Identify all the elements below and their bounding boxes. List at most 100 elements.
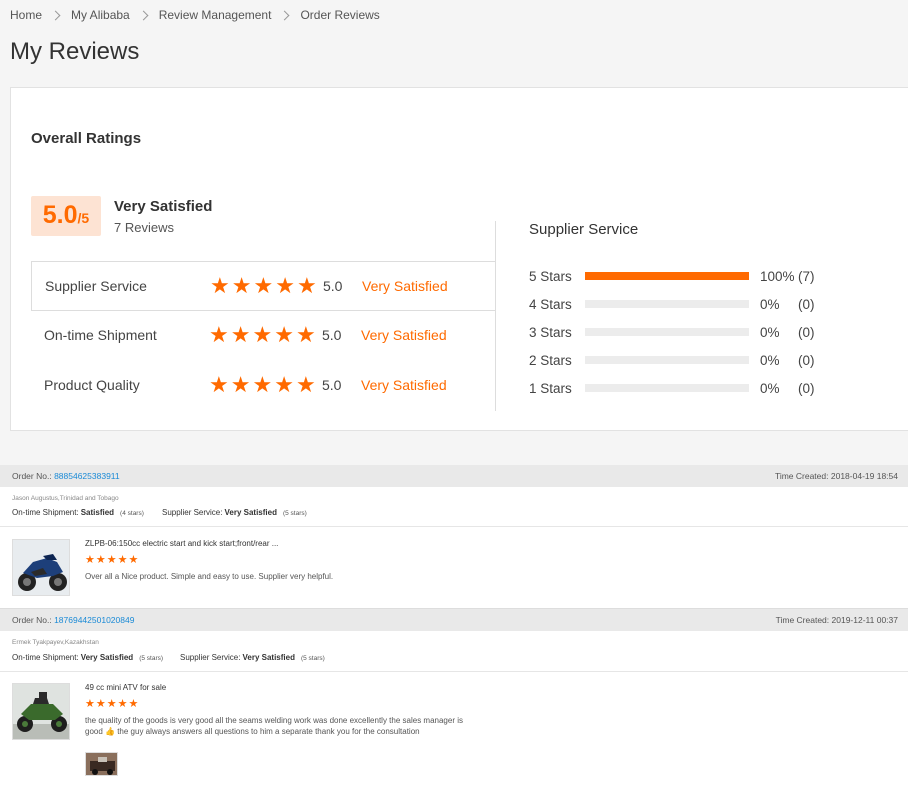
- buyer-info: Jason Augustus,Trinidad and Tobago: [12, 495, 119, 502]
- star-rating: ★ ★ ★ ★ ★: [209, 374, 316, 396]
- order-header: Order No.: 88854625383911 Time Created: …: [0, 465, 908, 487]
- overall-status: Very Satisfied: [114, 198, 213, 215]
- distribution-label: 1 Stars: [529, 380, 572, 396]
- rating-status: Very Satisfied: [361, 327, 447, 343]
- distribution-bar-fill: [585, 272, 749, 280]
- star-icon: ★: [95, 698, 106, 710]
- star-icon: ★: [95, 554, 106, 566]
- rating-row-on-time-shipment: On-time Shipment ★ ★ ★ ★ ★ 5.0 Very Satisfie…: [31, 310, 496, 360]
- product-name[interactable]: 49 cc mini ATV for sale: [85, 683, 166, 692]
- order-number-link[interactable]: 18769442501020849: [54, 615, 134, 625]
- rating-row-supplier-service: Supplier Service ★ ★ ★ ★ ★ 5.0 Very Satisfie…: [31, 261, 496, 311]
- time-created-value: 2019-12-11 00:37: [831, 615, 898, 625]
- star-icon: ★: [210, 273, 230, 298]
- star-icon: ★: [85, 698, 95, 710]
- product-name[interactable]: ZLPB-06:150cc electric start and kick st…: [85, 539, 278, 548]
- distribution-label: 5 Stars: [529, 268, 572, 284]
- distribution-count: (7): [798, 268, 815, 284]
- star-icon: ★: [275, 273, 295, 298]
- star-icon: ★: [296, 273, 317, 298]
- distribution-bar: [585, 300, 749, 308]
- divider: [0, 671, 908, 672]
- order-number-link[interactable]: 88854625383911: [54, 471, 120, 481]
- distribution-count: (0): [798, 296, 815, 312]
- divider: [495, 221, 496, 261]
- distribution-row: 5 Stars 100% (7): [529, 266, 815, 286]
- product-star-rating: ★ ★ ★ ★ ★: [85, 699, 138, 710]
- distribution-percent: 0%: [760, 352, 780, 368]
- star-icon: ★: [252, 322, 273, 347]
- product-star-rating: ★ ★ ★ ★ ★: [85, 555, 138, 566]
- order-number: Order No.: 18769442501020849: [12, 615, 134, 625]
- service-label: Supplier Service:: [162, 508, 223, 517]
- time-created: Time Created: 2018-04-19 18:54: [775, 471, 898, 481]
- product-image[interactable]: [12, 539, 70, 596]
- distribution-bar: [585, 384, 749, 392]
- order-review: Order No.: 88854625383911 Time Created: …: [0, 465, 908, 608]
- distribution-count: (0): [798, 324, 815, 340]
- distribution-label: 3 Stars: [529, 324, 572, 340]
- distribution-percent: 0%: [760, 324, 780, 340]
- service-value: Very Satisfied: [242, 653, 295, 662]
- distribution-label: 2 Stars: [529, 352, 572, 368]
- star-icon: ★: [85, 554, 95, 566]
- product-image[interactable]: [12, 683, 70, 740]
- shipment-rating: On-time Shipment: Satisfied (4 stars): [12, 508, 144, 517]
- star-icon: ★: [253, 273, 274, 298]
- rating-label: On-time Shipment: [44, 327, 157, 343]
- page-title: My Reviews: [10, 38, 140, 65]
- time-created: Time Created: 2019-12-11 00:37: [776, 615, 898, 625]
- order-number-label: Order No.:: [12, 615, 52, 625]
- chevron-right-icon: [138, 10, 149, 20]
- star-icon: ★: [274, 372, 294, 397]
- star-icon: ★: [274, 322, 294, 347]
- review-photo[interactable]: [85, 752, 118, 776]
- rating-row-product-quality: Product Quality ★ ★ ★ ★ ★ 5.0 Very Satisfied: [31, 360, 496, 410]
- divider: [0, 526, 908, 527]
- reviews-count: 7 Reviews: [114, 220, 174, 235]
- service-rating: Supplier Service: Very Satisfied (5 star…: [180, 653, 325, 662]
- star-icon: ★: [295, 372, 316, 397]
- distribution-bar: [585, 328, 749, 336]
- star-icon: ★: [106, 698, 117, 710]
- distribution-row: 4 Stars 0% (0): [529, 294, 815, 314]
- distribution-row: 1 Stars 0% (0): [529, 378, 815, 398]
- shipment-value: Very Satisfied: [80, 653, 134, 662]
- star-icon: ★: [106, 554, 117, 566]
- service-stars: (5 stars): [282, 510, 307, 517]
- breadcrumb-current: Order Reviews: [300, 8, 380, 22]
- star-icon: ★: [230, 322, 251, 347]
- shipment-label: On-time Shipment:: [12, 653, 79, 662]
- buyer-info: Ermek Tyakpayev,Kazakhstan: [12, 639, 99, 646]
- rating-score: 5.0: [323, 278, 343, 294]
- distribution-bar: [585, 356, 749, 364]
- overall-ratings-card: Overall Ratings 5.0 /5 Very Satisfied 7 …: [10, 87, 908, 431]
- star-icon: ★: [209, 372, 229, 397]
- distribution-percent: 0%: [760, 380, 780, 396]
- rating-status: Very Satisfied: [361, 377, 447, 393]
- distribution-title: Supplier Service: [529, 221, 639, 238]
- rating-label: Supplier Service: [45, 278, 147, 294]
- breadcrumb-my-alibaba[interactable]: My Alibaba: [71, 8, 130, 22]
- review-comment: Over all a Nice product. Simple and easy…: [85, 572, 334, 581]
- chevron-right-icon: [280, 10, 290, 20]
- distribution-percent: 100%: [760, 268, 795, 284]
- star-icon: ★: [209, 322, 229, 347]
- star-icon: ★: [230, 372, 251, 397]
- star-rating: ★ ★ ★ ★ ★: [210, 275, 317, 297]
- overall-score-badge: 5.0 /5: [31, 196, 101, 236]
- rating-status: Very Satisfied: [362, 278, 448, 294]
- time-created-value: 2018-04-19 18:54: [830, 471, 898, 481]
- star-icon: ★: [128, 698, 139, 710]
- breadcrumb-home[interactable]: Home: [10, 8, 42, 22]
- distribution-count: (0): [798, 352, 815, 368]
- overall-ratings-title: Overall Ratings: [31, 130, 142, 147]
- rating-label: Product Quality: [44, 377, 140, 393]
- breadcrumb-review-management[interactable]: Review Management: [159, 8, 272, 22]
- distribution-percent: 0%: [760, 296, 780, 312]
- shipment-rating: On-time Shipment: Very Satisfied (5 star…: [12, 653, 163, 662]
- star-icon: ★: [252, 372, 273, 397]
- rating-score: 5.0: [322, 327, 342, 343]
- review-comment: the quality of the goods is very good al…: [85, 716, 463, 736]
- order-number: Order No.: 88854625383911: [12, 471, 120, 481]
